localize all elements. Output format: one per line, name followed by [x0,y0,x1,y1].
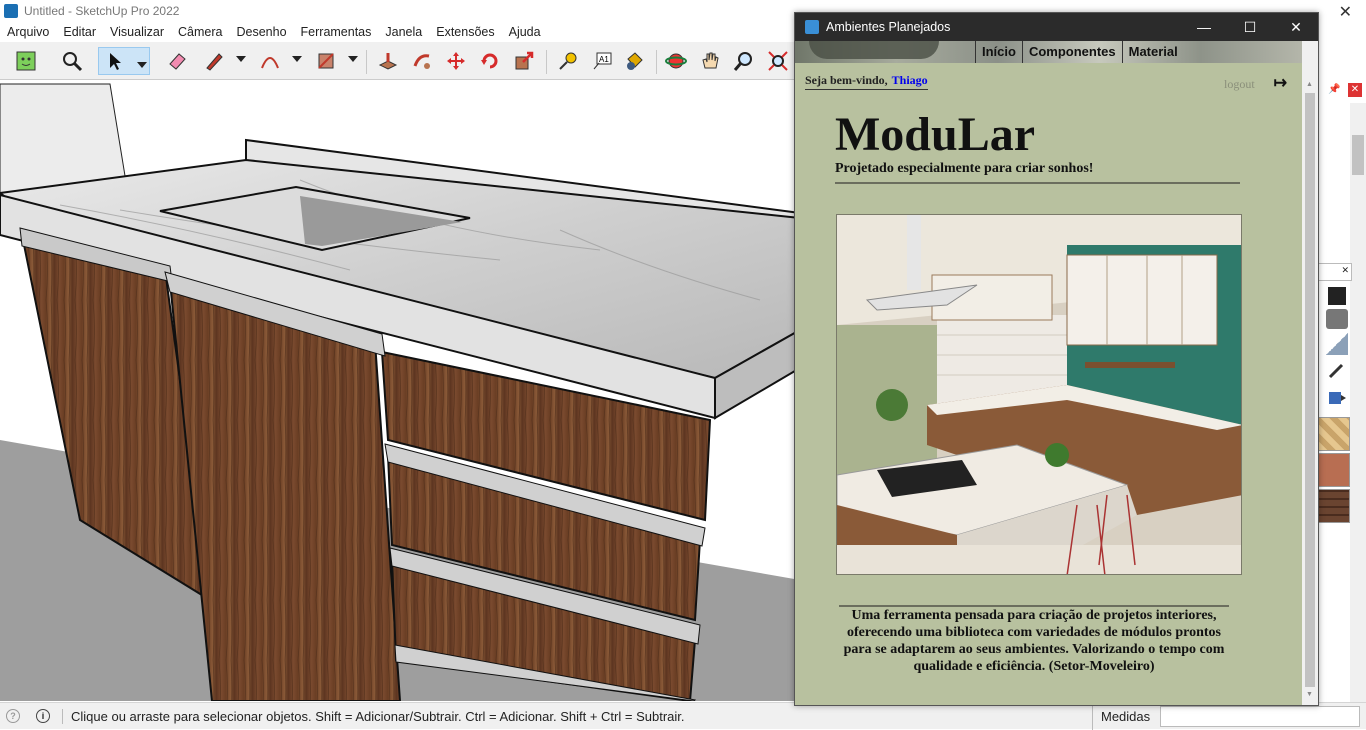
measurements-input[interactable] [1160,706,1360,727]
zoom-extents-icon[interactable] [764,47,792,75]
add-material-icon[interactable] [1328,287,1346,305]
geolocation-icon[interactable]: ? [6,709,20,723]
follow-me-icon[interactable] [408,47,436,75]
nav-inicio[interactable]: Início [975,41,1022,63]
window-title: Untitled - SketchUp Pro 2022 [24,4,180,18]
model-viewport[interactable] [0,81,800,701]
select-tool-button[interactable] [98,47,150,75]
rotate-icon[interactable] [476,47,504,75]
material-swatch-terracotta[interactable] [1318,453,1350,487]
search-icon[interactable] [58,47,86,75]
status-bar: ? i Clique ou arraste para selecionar ob… [0,702,1366,730]
push-pull-icon[interactable] [374,47,402,75]
material-cube-icon[interactable] [1326,309,1348,329]
rectangle-icon[interactable] [312,47,340,75]
scale-icon[interactable] [510,47,538,75]
tray-scrollbar[interactable] [1350,103,1366,703]
pan-icon[interactable] [696,47,724,75]
cabinet-3d-model [0,83,800,701]
orbit-icon[interactable] [662,47,690,75]
main-toolbar: A1 [0,42,800,80]
nav-componentes[interactable]: Componentes [1021,41,1122,63]
brand-title: ModuLar [835,108,1036,161]
menu-arquivo[interactable]: Arquivo [0,25,56,39]
material-swatch-brick[interactable] [1318,489,1350,523]
select-icon [110,53,121,70]
default-material-icon[interactable] [1326,333,1348,355]
menu-camera[interactable]: Câmera [171,25,229,39]
dialog-content: Início Componentes Material Seja bem-vin… [795,41,1318,705]
logout-icon[interactable]: ↦ [1274,75,1287,92]
chevron-down-icon[interactable] [137,62,147,68]
zoom-icon[interactable] [730,47,758,75]
description-text: Uma ferramenta pensada para criação de p… [843,608,1225,674]
maximize-button[interactable]: ☐ [1227,13,1273,41]
close-icon[interactable]: ✕ [1341,265,1349,276]
dialog-scrollbar[interactable]: ▲ ▼ [1302,41,1318,705]
user-name-link[interactable]: Thiago [892,73,928,87]
get-started-icon[interactable] [12,47,40,75]
text-icon[interactable]: A1 [588,47,616,75]
eyedropper-icon[interactable] [1326,359,1348,381]
tagline: Projetado especialmente para criar sonho… [835,161,1094,176]
menu-visualizar[interactable]: Visualizar [103,25,171,39]
eraser-icon[interactable] [163,47,191,75]
scrollbar-thumb[interactable] [1305,93,1315,687]
nav-material[interactable]: Material [1121,41,1184,63]
welcome-text: Seja bem-vindo, [805,73,888,87]
info-icon[interactable]: i [36,709,50,723]
move-icon[interactable] [442,47,470,75]
sketchup-app-icon [4,4,18,18]
sketchup-app-icon [805,20,819,34]
chevron-down-icon[interactable] [292,56,302,62]
close-icon[interactable]: ✕ [1348,83,1362,97]
status-message: Clique ou arraste para selecionar objeto… [62,708,685,724]
scroll-up-arrow[interactable]: ▲ [1306,81,1313,88]
top-nav: Início Componentes Material [975,41,1184,63]
menu-janela[interactable]: Janela [378,25,429,39]
menu-editar[interactable]: Editar [56,25,103,39]
pin-icon[interactable]: 📌 [1328,84,1340,96]
logout-area[interactable]: logout ↦ [1224,73,1287,93]
svg-text:A1: A1 [599,55,609,64]
menu-ajuda[interactable]: Ajuda [502,25,548,39]
arc-icon[interactable] [256,47,284,75]
minimize-button[interactable]: — [1181,13,1227,41]
logout-link[interactable]: logout [1224,77,1255,91]
kitchen-render-image [836,214,1242,575]
close-button[interactable]: ✕ [1273,13,1319,41]
measurements-label: Medidas [1092,703,1150,730]
scroll-down-arrow[interactable]: ▼ [1306,691,1313,698]
divider [835,182,1240,184]
chevron-down-icon[interactable] [236,56,246,62]
menu-desenho[interactable]: Desenho [229,25,293,39]
paint-bucket-icon[interactable] [620,47,648,75]
pencil-icon[interactable] [200,47,228,75]
dialog-title: Ambientes Planejados [826,20,951,34]
menu-extensoes[interactable]: Extensões [429,25,501,39]
material-swatch-stone[interactable] [1318,417,1350,451]
tray-dock: 📌 ✕ ✕ [1318,81,1366,703]
sample-paint-icon[interactable] [1326,387,1348,409]
welcome-message: Seja bem-vindo, Thiago [805,73,928,90]
header-banner: Início Componentes Material [795,41,1302,63]
window-close-button[interactable]: ✕ [1339,2,1352,22]
chevron-down-icon[interactable] [348,56,358,62]
menu-ferramentas[interactable]: Ferramentas [294,25,379,39]
ambientes-planejados-dialog: Ambientes Planejados — ☐ ✕ Início Compon… [794,12,1319,706]
logo-image [809,41,939,59]
dialog-title-bar: Ambientes Planejados — ☐ ✕ [795,13,1318,41]
tape-measure-icon[interactable] [554,47,582,75]
